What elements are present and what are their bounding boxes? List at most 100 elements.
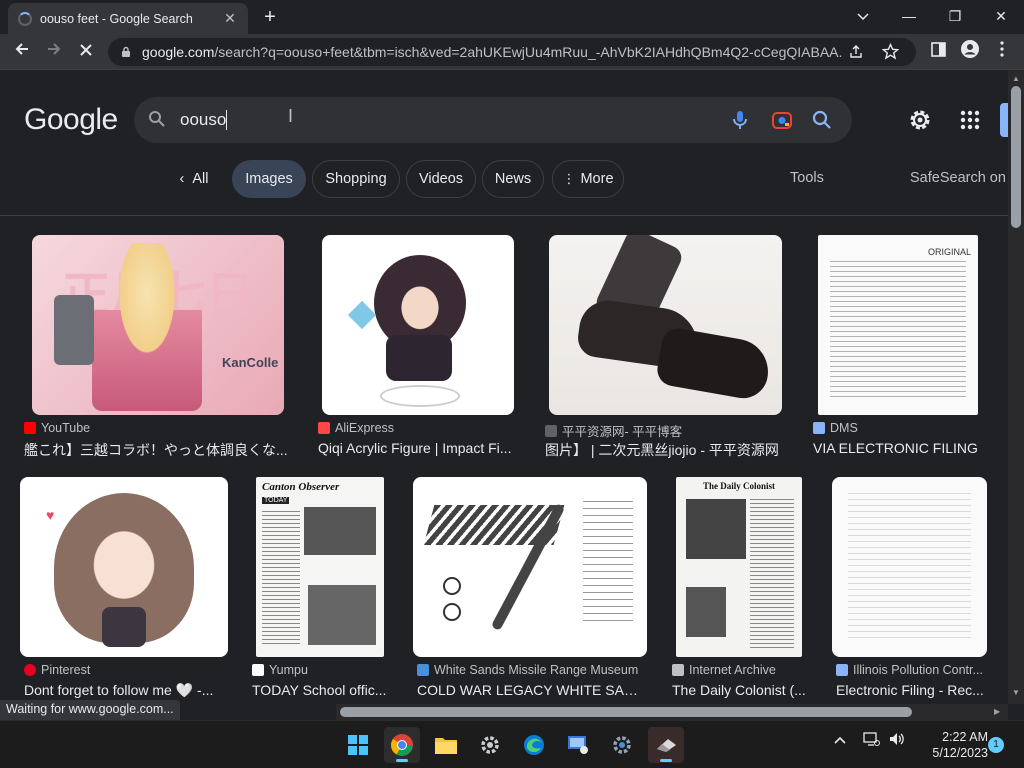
tab-all[interactable]: ‹ All — [168, 160, 220, 198]
result-caption[interactable]: VIA ELECTRONIC FILING — [813, 440, 1003, 456]
lock-icon[interactable] — [120, 46, 132, 58]
result-caption[interactable]: 艦これ】三越コラボ！やっと体調良くな... — [24, 440, 296, 460]
edge-icon[interactable] — [516, 727, 552, 763]
settings-gear-icon[interactable] — [906, 106, 934, 134]
result-caption[interactable]: Qiqi Acrylic Figure | Impact Fi... — [318, 440, 518, 456]
result-source: AliExpress — [318, 421, 394, 435]
result-thumbnail[interactable]: ORIGINAL — [818, 235, 978, 415]
result-caption[interactable]: The Daily Colonist (... — [672, 682, 812, 698]
result-caption[interactable]: Electronic Filing - Rec... — [836, 682, 996, 698]
result-thumbnail[interactable]: The Daily Colonist — [676, 477, 802, 657]
horizontal-scrollbar[interactable]: ▶ — [336, 704, 1008, 720]
taskbar-clock[interactable]: 2:22 AM 5/12/2023 — [916, 729, 988, 761]
result-caption[interactable]: Dont forget to follow me 🤍 -... — [24, 682, 220, 699]
browser-tab[interactable]: oouso feet - Google Search ✕ — [8, 3, 248, 34]
back-arrow-icon[interactable] — [10, 40, 34, 64]
vertical-scrollbar[interactable]: ▲ ▼ — [1008, 70, 1024, 704]
yumpu-favicon-icon — [252, 664, 264, 676]
result-thumbnail[interactable]: 正月七日 KanColle — [32, 235, 284, 415]
horizontal-scroll-thumb[interactable] — [340, 707, 912, 717]
network-admin-icon[interactable] — [560, 727, 596, 763]
url-text[interactable]: google.com/search?q=oouso+feet&tbm=isch&… — [142, 44, 842, 60]
tab-close-icon[interactable]: ✕ — [222, 10, 238, 27]
chrome-taskbar-icon[interactable] — [384, 727, 420, 763]
new-tab-button[interactable]: + — [258, 6, 282, 28]
tray-overflow-chevron-icon[interactable] — [834, 731, 846, 747]
search-icon — [149, 111, 165, 127]
scroll-right-arrow-icon[interactable]: ▶ — [994, 707, 1000, 716]
result-thumbnail[interactable] — [832, 477, 987, 657]
scroll-up-arrow-icon[interactable]: ▲ — [1012, 74, 1020, 83]
profile-avatar-icon[interactable] — [958, 40, 982, 64]
google-images-page: Google oouso I ‹ All Images Shopping Vide… — [0, 70, 1008, 704]
file-explorer-icon[interactable] — [428, 727, 464, 763]
result-thumbnail[interactable]: ♥ — [20, 477, 228, 657]
chevron-left-icon: ‹ — [179, 171, 185, 187]
tools-button[interactable]: Tools — [790, 170, 824, 186]
text-cursor — [226, 110, 227, 130]
volume-speaker-icon[interactable] — [888, 731, 906, 750]
aliexpress-favicon-icon — [318, 422, 330, 434]
result-caption[interactable]: 图片】 | 二次元黑丝jiojio - 平平资源网 — [545, 440, 790, 460]
settings-taskbar-icon[interactable] — [472, 727, 508, 763]
clock-time: 2:22 AM — [942, 730, 988, 744]
result-source: Yumpu — [252, 663, 308, 677]
kancolle-watermark: KanColle — [222, 355, 279, 370]
result-source: Pinterest — [24, 663, 90, 677]
restore-button[interactable]: ❐ — [932, 4, 978, 28]
tab-shopping[interactable]: Shopping — [312, 160, 400, 198]
result-source: Internet Archive — [672, 663, 776, 677]
lens-camera-icon[interactable] — [770, 108, 794, 132]
result-caption[interactable]: TODAY School offic... — [252, 682, 394, 698]
result-source: YouTube — [24, 421, 90, 435]
result-thumbnail[interactable] — [549, 235, 782, 415]
pinterest-favicon-icon — [24, 664, 36, 676]
eraser-app-icon[interactable] — [648, 727, 684, 763]
mouse-ibeam-cursor-icon: I — [288, 106, 294, 126]
notification-badge[interactable]: 1 — [988, 737, 1004, 753]
side-panel-icon[interactable] — [926, 40, 950, 64]
windows-taskbar: 2:22 AM 5/12/2023 1 — [0, 720, 1024, 768]
newspaper-masthead: Canton Observer — [262, 481, 340, 493]
tab-search-dropdown-icon[interactable] — [840, 4, 886, 28]
tab-videos[interactable]: Videos — [406, 160, 476, 198]
forward-arrow-icon[interactable] — [42, 40, 66, 64]
result-source: DMS — [813, 421, 858, 435]
result-thumbnail[interactable]: Canton Observer TODAY — [256, 477, 384, 657]
dms-favicon-icon — [813, 422, 825, 434]
voice-search-mic-icon[interactable] — [728, 108, 752, 132]
bookmark-star-icon[interactable] — [882, 43, 899, 60]
safesearch-toggle[interactable]: SafeSearch on — [910, 170, 1006, 186]
google-apps-grid-icon[interactable] — [958, 108, 982, 132]
search-input[interactable]: oouso — [180, 110, 226, 130]
result-thumbnail[interactable] — [322, 235, 514, 415]
result-thumbnail[interactable] — [413, 477, 647, 657]
share-icon[interactable] — [848, 44, 864, 60]
window-close-button[interactable]: ✕ — [978, 4, 1024, 28]
account-button[interactable] — [1000, 103, 1008, 137]
search-submit-icon[interactable] — [810, 108, 834, 132]
newspaper-masthead: The Daily Colonist — [702, 481, 775, 491]
address-bar[interactable]: google.com/search?q=oouso+feet&tbm=isch&… — [108, 38, 916, 66]
vertical-scroll-thumb[interactable] — [1011, 86, 1021, 228]
museum-favicon-icon — [417, 664, 429, 676]
site-favicon-icon — [545, 424, 557, 437]
tab-more[interactable]: ⋮ More — [552, 160, 624, 198]
result-source: Illinois Pollution Contr... — [836, 663, 983, 677]
loading-spinner-icon — [18, 11, 32, 26]
tab-news[interactable]: News — [482, 160, 544, 198]
windows-start-icon[interactable] — [340, 727, 376, 763]
google-logo[interactable]: Google — [24, 103, 118, 137]
control-panel-gear-icon[interactable] — [604, 727, 640, 763]
minimize-button[interactable]: — — [886, 4, 932, 28]
network-status-icon[interactable] — [862, 731, 880, 750]
clock-date: 5/12/2023 — [932, 746, 988, 760]
search-box[interactable]: oouso I — [134, 97, 852, 143]
youtube-favicon-icon — [24, 422, 36, 434]
stop-loading-icon[interactable] — [74, 40, 98, 64]
result-caption[interactable]: COLD WAR LEGACY WHITE SAND... — [417, 682, 645, 698]
chrome-menu-icon[interactable] — [990, 40, 1014, 64]
status-bar: Waiting for www.google.com... — [0, 700, 180, 720]
scroll-down-arrow-icon[interactable]: ▼ — [1012, 688, 1020, 697]
tab-images[interactable]: Images — [232, 160, 306, 198]
